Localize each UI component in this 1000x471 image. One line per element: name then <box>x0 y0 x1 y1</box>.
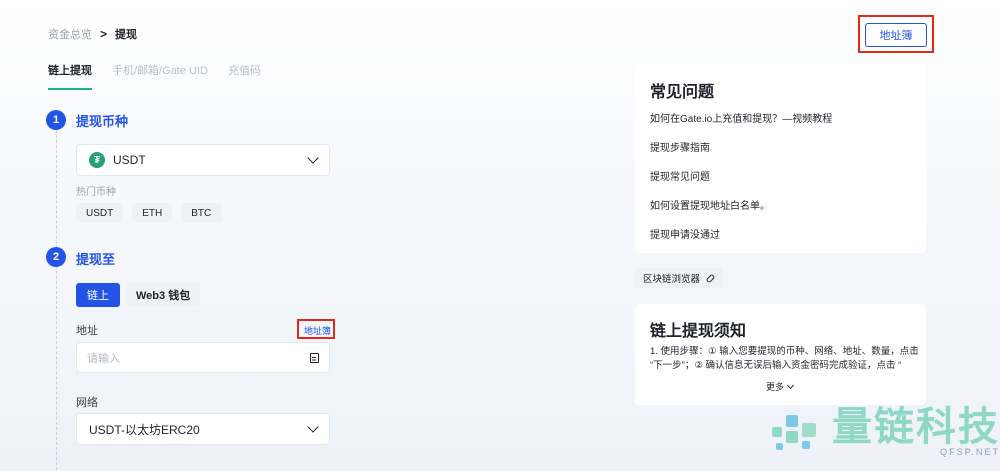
option-web3-wallet[interactable]: Web3 钱包 <box>126 283 201 307</box>
step-2-title: 提现至 <box>76 252 116 267</box>
hot-coin-eth[interactable]: ETH <box>132 203 173 223</box>
tab-redeem-code[interactable]: 充值码 <box>228 62 261 90</box>
coin-select-value: USDT <box>113 153 146 167</box>
network-select[interactable]: USDT-以太坊ERC20 <box>76 413 330 445</box>
watermark: 量链科技 QFSP.NET <box>772 405 1000 457</box>
hot-coin-usdt[interactable]: USDT <box>76 203 124 223</box>
step-connector-line <box>56 130 57 470</box>
address-input[interactable]: 请输入 <box>76 342 330 373</box>
faq-item[interactable]: 提现步骤指南 <box>650 139 710 154</box>
address-label: 地址 <box>76 325 98 337</box>
address-input-placeholder: 请输入 <box>87 352 120 365</box>
notice-title: 链上提现须知 <box>650 323 747 340</box>
network-label: 网络 <box>76 397 98 409</box>
faq-title: 常见问题 <box>650 84 715 101</box>
step-1-title: 提现币种 <box>76 114 129 129</box>
faq-item[interactable]: 提现申请没通过 <box>650 226 720 241</box>
tab-onchain[interactable]: 链上提现 <box>48 62 92 90</box>
highlight-box-address-link <box>297 319 335 339</box>
network-select-value: USDT-以太坊ERC20 <box>89 422 200 437</box>
breadcrumb-root[interactable]: 资金总览 <box>48 26 92 42</box>
destination-toggle: 链上 Web3 钱包 <box>76 283 201 307</box>
breadcrumb-separator: > <box>100 27 108 41</box>
faq-card: 常见问题 如何在Gate.io上充值和提现？—视频教程 提现步骤指南 提现常见问… <box>635 63 926 253</box>
blockchain-explorer-button[interactable]: 区块链浏览器 <box>635 268 724 288</box>
breadcrumb: 资金总览 > 提现 <box>48 26 137 42</box>
notice-more-label: 更多 <box>766 382 785 392</box>
step-1-badge: 1 <box>46 110 66 130</box>
option-onchain[interactable]: 链上 <box>76 283 120 307</box>
link-icon <box>705 273 716 283</box>
chevron-down-icon <box>786 381 795 389</box>
faq-item[interactable]: 如何设置提现地址白名单。 <box>650 197 770 212</box>
hot-coins-list: USDT ETH BTC <box>76 203 222 223</box>
notice-more-button[interactable]: 更多 <box>766 380 795 393</box>
chevron-down-icon <box>307 152 319 164</box>
withdraw-tabs: 链上提现 手机/邮箱/Gate UID 充值码 <box>48 62 261 90</box>
withdraw-notice-card: 链上提现须知 1. 使用步骤：① 输入您要提现的币种、网络、地址、数量，点击 “… <box>635 304 926 405</box>
faq-item[interactable]: 提现常见问题 <box>650 168 710 183</box>
faq-item[interactable]: 如何在Gate.io上充值和提现？—视频教程 <box>650 110 832 125</box>
tab-internal-transfer[interactable]: 手机/邮箱/Gate UID <box>112 62 208 90</box>
watermark-text: 量链科技 <box>832 404 1000 450</box>
highlight-box-address-book <box>858 15 934 53</box>
usdt-icon: ₮ <box>89 152 105 168</box>
hot-coins-label: 热门币种 <box>76 187 116 198</box>
step-2-badge: 2 <box>46 247 66 267</box>
notice-line-1: 1. 使用步骤：① 输入您要提现的币种、网络、地址、数量，点击 <box>650 346 919 357</box>
hot-coin-btc[interactable]: BTC <box>181 203 222 223</box>
notice-line-2: “下一步”；② 确认信息无误后输入资金密码完成验证，点击 “ <box>650 360 902 371</box>
breadcrumb-current: 提现 <box>115 29 138 41</box>
watermark-logo <box>772 405 824 457</box>
address-book-icon[interactable] <box>310 352 319 363</box>
blockchain-explorer-label: 区块链浏览器 <box>643 274 701 285</box>
chevron-down-icon <box>307 421 319 433</box>
coin-select[interactable]: ₮ USDT <box>76 144 330 176</box>
